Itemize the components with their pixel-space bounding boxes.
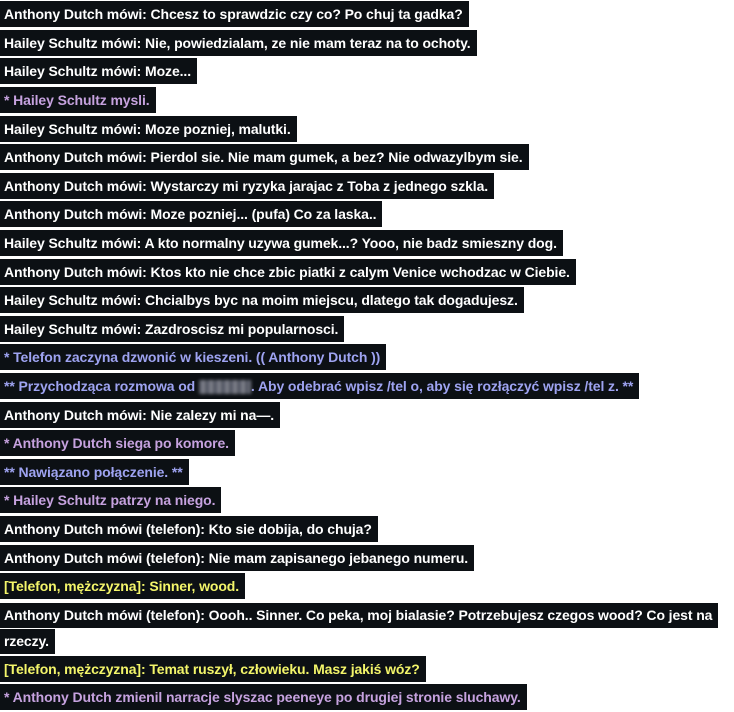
chat-message-me: * Anthony Dutch siega po komore. [0,430,235,457]
chat-message: Anthony Dutch mówi: Pierdol sie. Nie mam… [0,144,529,171]
chat-message-phone: [Telefon, mężczyzna]: Sinner, wood. [0,573,246,600]
chat-line: Anthony Dutch mówi: Nie zalezy mi na—. [0,400,734,429]
chat-message: Anthony Dutch mówi: Nie zalezy mi na—. [0,401,281,428]
chat-line: ** Przychodząca rozmowa od . Aby odebrać… [0,372,734,401]
redacted-phone-number [198,380,251,395]
chat-message: Anthony Dutch mówi: Ktos kto nie chce zb… [0,258,576,285]
chat-line: * Hailey Schultz patrzy na niego. [0,486,734,515]
chat-line: Hailey Schultz mówi: Zazdroscisz mi popu… [0,315,734,344]
chat-message: Anthony Dutch mówi (telefon): Oooh.. Sin… [0,603,719,655]
chat-message-system: ** Przychodząca rozmowa od . Aby odebrać… [0,373,640,400]
chat-message: Hailey Schultz mówi: Moze... [0,58,198,85]
chat-line: Anthony Dutch mówi: Wystarczy mi ryzyka … [0,172,734,201]
chat-line: * Anthony Dutch siega po komore. [0,429,734,458]
chat-message: Anthony Dutch mówi (telefon): Nie mam za… [0,544,475,571]
chat-line: Anthony Dutch mówi: Moze pozniej... (puf… [0,200,734,229]
chat-message-me: * Hailey Schultz patrzy na niego. [0,487,222,514]
chat-line: * Hailey Schultz mysli. [0,86,734,115]
chat-message: Hailey Schultz mówi: Moze pozniej, malut… [0,115,297,142]
chat-message: Anthony Dutch mówi (telefon): Kto sie do… [0,515,378,542]
chat-line: Hailey Schultz mówi: Nie, powiedzialam, … [0,29,734,58]
chat-message: Anthony Dutch mówi: Chcesz to sprawdzic … [0,1,469,28]
chat-message: Hailey Schultz mówi: A kto normalny uzyw… [0,230,563,257]
chat-log: Anthony Dutch mówi: Chcesz to sprawdzic … [0,0,734,712]
chat-line: Hailey Schultz mówi: Moze pozniej, malut… [0,114,734,143]
chat-message-phone: [Telefon, mężczyzna]: Temat ruszył, czło… [0,655,426,682]
chat-line: Hailey Schultz mówi: Moze... [0,57,734,86]
chat-line: Anthony Dutch mówi (telefon): Kto sie do… [0,515,734,544]
chat-line: Anthony Dutch mówi: Pierdol sie. Nie mam… [0,143,734,172]
chat-line: [Telefon, mężczyzna]: Sinner, wood. [0,572,734,601]
chat-line: * Anthony Dutch zmienil narracje slyszac… [0,683,734,712]
chat-line: [Telefon, mężczyzna]: Temat ruszył, czło… [0,654,734,683]
chat-line: Anthony Dutch mówi: Ktos kto nie chce zb… [0,257,734,286]
chat-line: Hailey Schultz mówi: A kto normalny uzyw… [0,229,734,258]
incoming-call-suffix: . Aby odebrać wpisz /tel o, aby się rozł… [250,378,634,395]
chat-message-me: * Anthony Dutch zmienil narracje slyszac… [0,684,527,711]
chat-line: Hailey Schultz mówi: Chcialbys byc na mo… [0,286,734,315]
chat-message-system: * Telefon zaczyna dzwonić w kieszeni. ((… [0,344,387,371]
chat-line: * Telefon zaczyna dzwonić w kieszeni. ((… [0,343,734,372]
chat-line: Anthony Dutch mówi (telefon): Nie mam za… [0,543,734,572]
chat-message: Hailey Schultz mówi: Nie, powiedzialam, … [0,29,477,56]
chat-message: Anthony Dutch mówi: Wystarczy mi ryzyka … [0,172,495,199]
chat-message: Hailey Schultz mówi: Zazdroscisz mi popu… [0,315,345,342]
chat-message: Anthony Dutch mówi: Moze pozniej... (puf… [0,201,383,228]
chat-line: Anthony Dutch mówi (telefon): Oooh.. Sin… [0,600,728,655]
chat-message: Hailey Schultz mówi: Chcialbys byc na mo… [0,287,524,314]
incoming-call-prefix: ** Przychodząca rozmowa od [4,378,199,395]
chat-line: Anthony Dutch mówi: Chcesz to sprawdzic … [0,0,734,29]
chat-message-me: * Hailey Schultz mysli. [0,87,156,114]
chat-message-system: ** Nawiązano połączenie. ** [0,458,189,485]
chat-line: ** Nawiązano połączenie. ** [0,458,734,487]
